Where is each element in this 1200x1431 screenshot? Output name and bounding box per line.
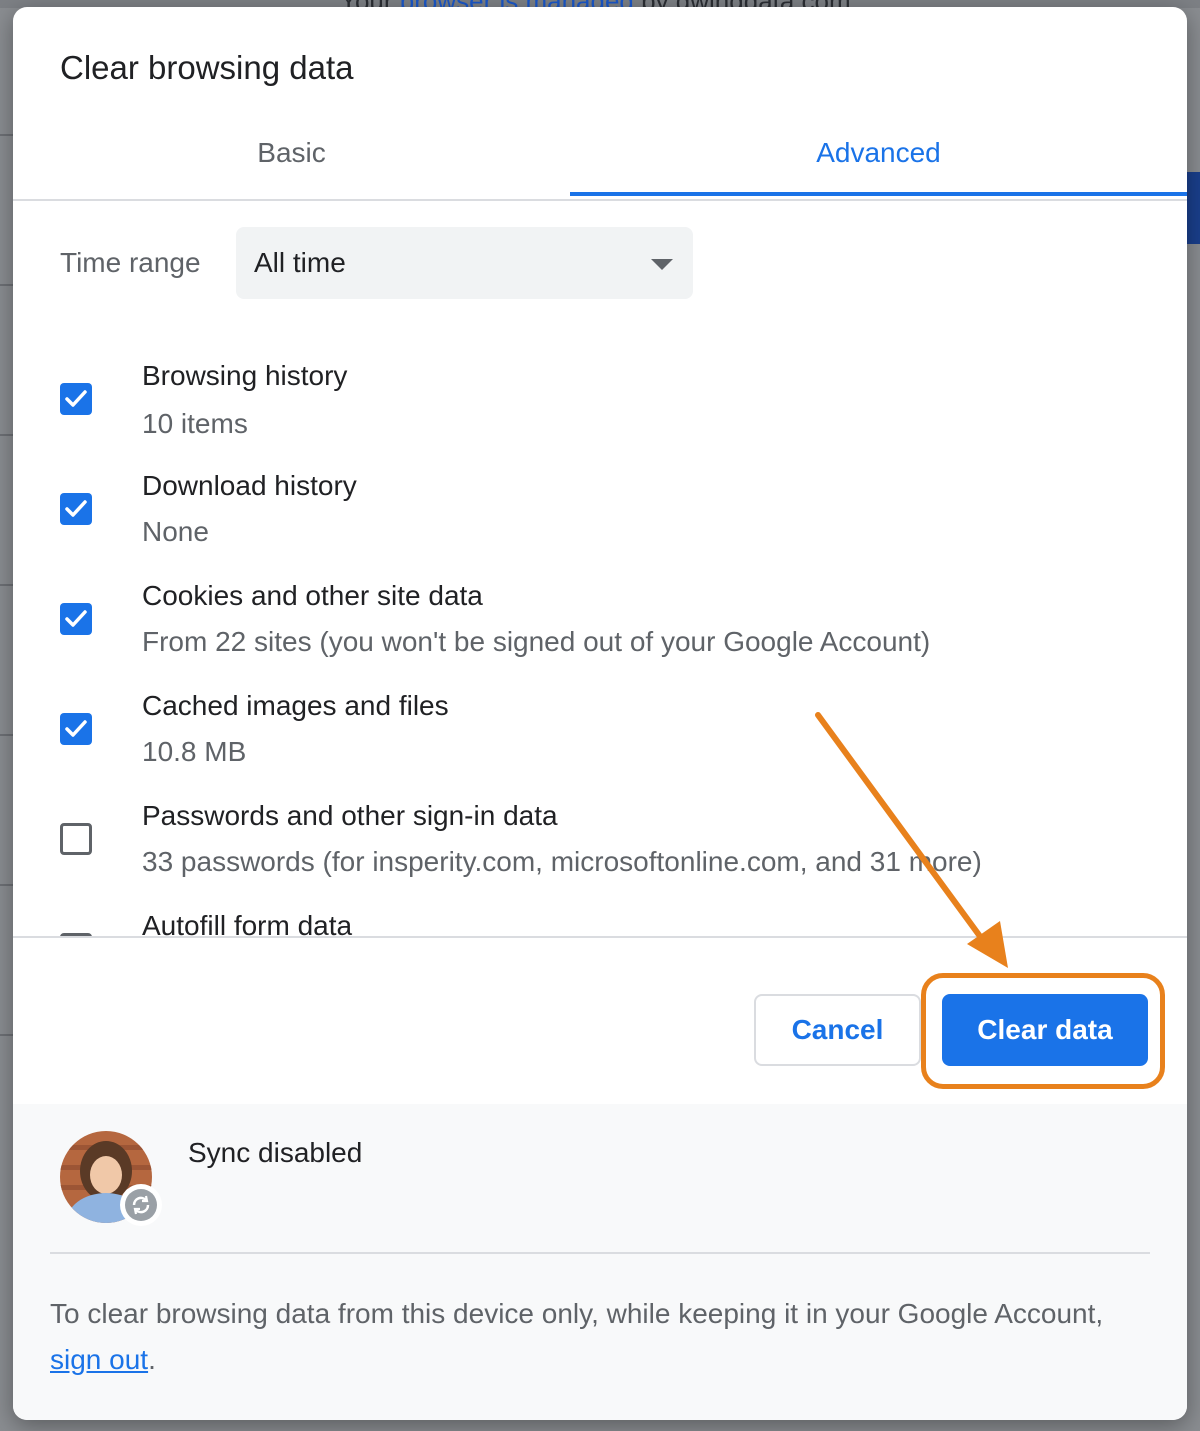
option-subtitle: 33 passwords (for insperity.com, microso… xyxy=(142,846,982,877)
background-divider xyxy=(0,584,14,586)
tab-bar: Basic Advanced xyxy=(13,107,1187,201)
actions-divider xyxy=(13,936,1187,938)
option-browsing-history: Browsing history 10 items xyxy=(13,350,1187,460)
background-divider xyxy=(0,134,14,136)
option-title: Cookies and other site data xyxy=(142,580,483,611)
sign-out-link[interactable]: sign out xyxy=(50,1344,148,1375)
option-cached-images: Cached images and files 10.8 MB xyxy=(13,682,1187,792)
clear-browsing-data-dialog: Clear browsing data Basic Advanced Time … xyxy=(13,7,1187,1420)
option-subtitle: None xyxy=(142,516,209,547)
footer-note-text: To clear browsing data from this device … xyxy=(50,1298,1104,1329)
checkmark-icon xyxy=(65,720,87,737)
download-history-checkbox[interactable] xyxy=(60,493,92,525)
time-range-select[interactable]: All time xyxy=(236,227,693,299)
time-range-label: Time range xyxy=(60,247,201,278)
passwords-checkbox[interactable] xyxy=(60,823,92,855)
cookies-checkbox[interactable] xyxy=(60,603,92,635)
background-divider xyxy=(0,434,14,436)
cached-images-checkbox[interactable] xyxy=(60,713,92,745)
option-title: Download history xyxy=(142,470,357,501)
option-title: Passwords and other sign-in data xyxy=(142,800,558,831)
option-autofill: Autofill form data xyxy=(13,902,1187,936)
option-title: Cached images and files xyxy=(142,690,449,721)
background-divider xyxy=(0,284,14,286)
option-title: Browsing history xyxy=(142,360,348,391)
option-passwords: Passwords and other sign-in data 33 pass… xyxy=(13,792,1187,902)
option-subtitle: 10 items xyxy=(142,408,248,439)
option-cookies: Cookies and other site data From 22 site… xyxy=(13,572,1187,682)
background-divider xyxy=(0,1034,14,1036)
checkmark-icon xyxy=(65,390,87,407)
option-subtitle: From 22 sites (you won't be signed out o… xyxy=(142,626,931,657)
checkmark-icon xyxy=(65,610,87,627)
browsing-history-checkbox[interactable] xyxy=(60,383,92,415)
tab-advanced-indicator xyxy=(570,192,1187,196)
tab-basic[interactable]: Basic xyxy=(13,107,570,199)
tab-advanced[interactable]: Advanced xyxy=(570,107,1187,199)
footer-divider xyxy=(50,1252,1150,1254)
annotation-highlight-box xyxy=(921,973,1165,1089)
cancel-button[interactable]: Cancel xyxy=(754,994,921,1066)
checkmark-icon xyxy=(65,500,87,517)
option-download-history: Download history None xyxy=(13,462,1187,572)
option-title: Autofill form data xyxy=(142,910,353,936)
footer-note-end: . xyxy=(148,1344,156,1375)
time-range-value: All time xyxy=(254,247,346,278)
option-subtitle: 10.8 MB xyxy=(142,736,247,767)
footer-note: To clear browsing data from this device … xyxy=(50,1291,1130,1383)
sync-footer: Sync disabled To clear browsing data fro… xyxy=(13,1104,1187,1420)
background-divider xyxy=(0,884,14,886)
background-divider xyxy=(0,734,14,736)
sync-off-icon xyxy=(120,1184,162,1226)
sync-status-label: Sync disabled xyxy=(188,1137,363,1168)
dialog-title: Clear browsing data xyxy=(60,49,354,86)
dropdown-arrow-icon xyxy=(651,259,673,270)
options-list[interactable]: Time range All time Browsing history 10 … xyxy=(13,200,1187,936)
